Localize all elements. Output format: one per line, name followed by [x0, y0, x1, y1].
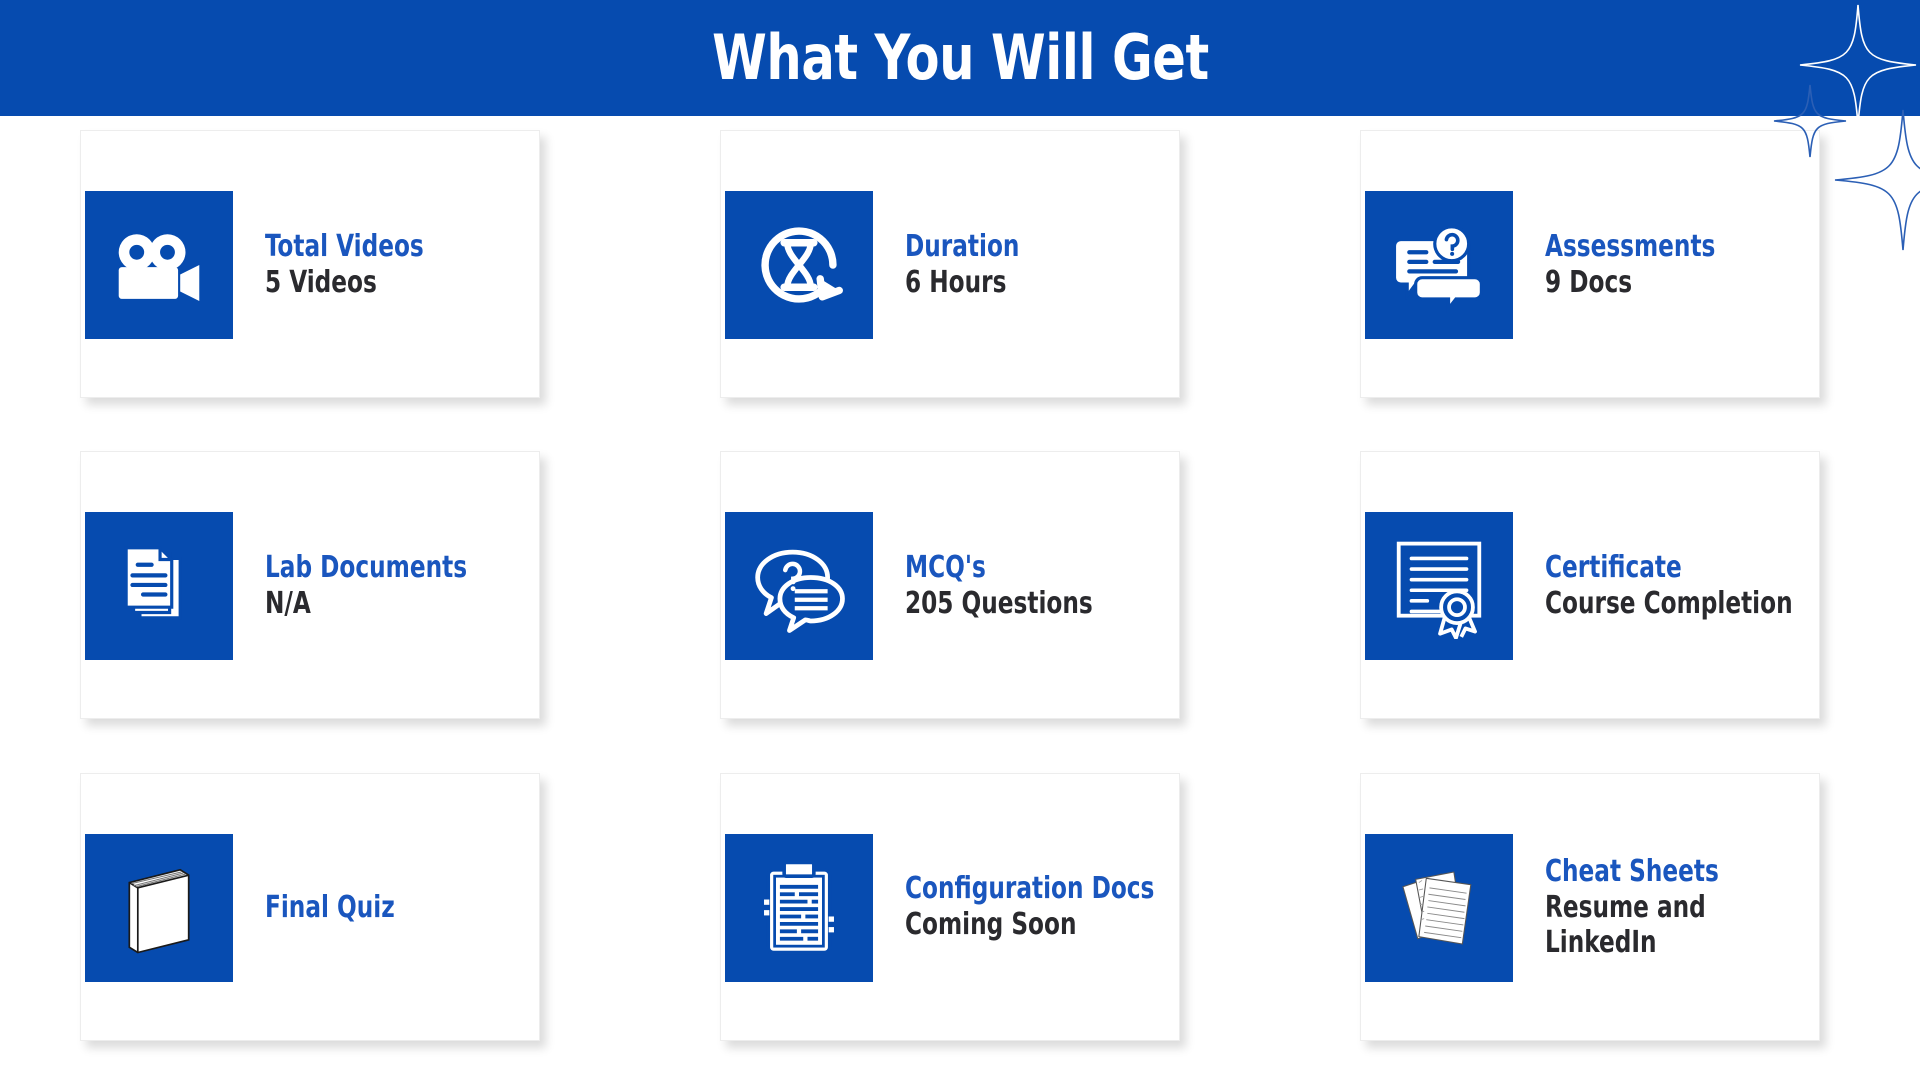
card-subtitle: 205 Questions — [905, 586, 1093, 622]
card-title: Total Videos — [265, 228, 424, 264]
card-text: MCQ's 205 Questions — [905, 452, 1265, 720]
card-title: Configuration Docs — [905, 871, 1155, 907]
grid-cell: MCQ's 205 Questions — [640, 437, 1280, 758]
card-text: Certificate Course Completion — [1545, 452, 1905, 720]
book-icon — [85, 833, 233, 982]
page-title: What You Will Get — [711, 21, 1209, 94]
card-title: Lab Documents — [265, 549, 468, 585]
clipboard-icon — [725, 833, 873, 982]
card-subtitle: 5 Videos — [265, 264, 377, 300]
feature-card[interactable]: Certificate Course Completion — [1360, 451, 1820, 720]
certificate-icon — [1365, 512, 1513, 661]
card-title: MCQ's — [905, 549, 986, 585]
grid-cell: Total Videos 5 Videos — [0, 116, 640, 437]
card-text: Configuration Docs Coming Soon — [905, 774, 1265, 1042]
slide-canvas: What You Will Get Total Videos 5 Videos … — [0, 0, 1920, 1080]
hourglass-clock-icon — [725, 191, 873, 339]
card-subtitle: Course Completion — [1545, 586, 1793, 622]
feature-card[interactable]: Total Videos 5 Videos — [80, 130, 540, 398]
card-text: Assessments 9 Docs — [1545, 131, 1905, 399]
card-title: Final Quiz — [265, 889, 395, 925]
card-title: Assessments — [1545, 228, 1716, 264]
grid-cell: Lab Documents N/A — [0, 437, 640, 758]
chat-bubbles-icon — [725, 512, 873, 661]
card-text: Lab Documents N/A — [265, 452, 625, 720]
header-banner: What You Will Get — [0, 0, 1920, 116]
grid-cell: Final Quiz — [0, 759, 640, 1080]
card-title: Cheat Sheets — [1545, 853, 1719, 889]
feature-card[interactable]: Lab Documents N/A — [80, 451, 540, 720]
grid-cell: Certificate Course Completion — [1280, 437, 1920, 758]
grid-cell: Configuration Docs Coming Soon — [640, 759, 1280, 1080]
card-subtitle: 6 Hours — [905, 264, 1007, 300]
card-subtitle: Coming Soon — [905, 907, 1077, 943]
card-title: Duration — [905, 228, 1020, 264]
card-subtitle: N/A — [265, 586, 311, 622]
feature-card-grid: Total Videos 5 Videos Duration 6 Hours A… — [0, 116, 1920, 1080]
loose-sheets-icon — [1365, 833, 1513, 982]
card-text: Final Quiz — [265, 774, 625, 1042]
document-question-icon — [1365, 191, 1513, 339]
card-title: Certificate — [1545, 549, 1682, 585]
feature-card[interactable]: MCQ's 205 Questions — [720, 451, 1180, 720]
feature-card[interactable]: Assessments 9 Docs — [1360, 130, 1820, 398]
feature-card[interactable]: Configuration Docs Coming Soon — [720, 772, 1180, 1041]
feature-card[interactable]: Final Quiz — [80, 772, 540, 1041]
grid-cell: Cheat Sheets Resume and LinkedIn — [1280, 759, 1920, 1080]
grid-cell: Assessments 9 Docs — [1280, 116, 1920, 437]
feature-card[interactable]: Duration 6 Hours — [720, 130, 1180, 398]
card-subtitle: Resume and LinkedIn — [1545, 889, 1706, 960]
card-subtitle: 9 Docs — [1545, 264, 1633, 300]
card-text: Cheat Sheets Resume and LinkedIn — [1545, 774, 1905, 1042]
stacked-papers-icon — [85, 512, 233, 661]
feature-card[interactable]: Cheat Sheets Resume and LinkedIn — [1360, 772, 1820, 1041]
video-camera-icon — [85, 191, 233, 339]
card-text: Duration 6 Hours — [905, 131, 1265, 399]
grid-cell: Duration 6 Hours — [640, 116, 1280, 437]
card-text: Total Videos 5 Videos — [265, 131, 625, 399]
